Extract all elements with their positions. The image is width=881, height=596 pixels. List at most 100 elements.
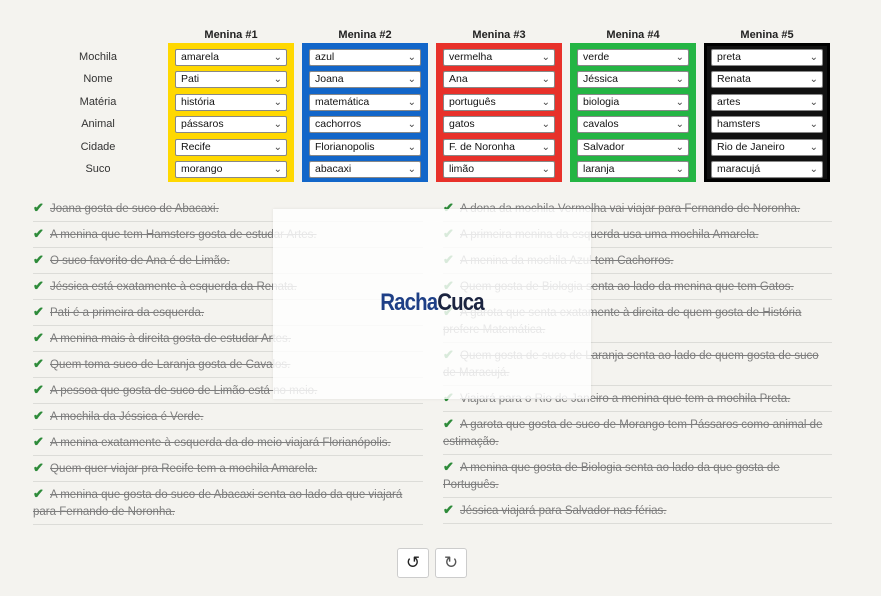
select-mochila[interactable]: azul ⌄ xyxy=(309,49,421,66)
check-icon: ✔ xyxy=(443,459,454,474)
row-label-nome: Nome xyxy=(83,73,113,86)
chevron-down-icon: ⌄ xyxy=(273,74,282,86)
girl-header: Menina #3 xyxy=(472,29,526,41)
girl-box: preta ⌄ Renata ⌄ artes ⌄ hamsters ⌄ Rio de Janei… xyxy=(704,43,830,182)
clue-item[interactable]: ✔ Quem quer viajar pra Recife tem a mochi… xyxy=(33,456,423,482)
chevron-down-icon: ⌄ xyxy=(541,163,550,175)
clue-item[interactable]: ✔ Jéssica viajará para Salvador nas féria… xyxy=(443,498,832,524)
chevron-down-icon: ⌄ xyxy=(273,141,282,153)
select-nome[interactable]: Joana ⌄ xyxy=(309,71,421,89)
clue-text: Joana gosta de suco de Abacaxi. xyxy=(50,203,219,215)
select-matéria[interactable]: português ⌄ xyxy=(443,93,555,111)
row-label-suco: Suco xyxy=(85,162,111,175)
girl-column-3: Menina #3 vermelha ⌄ Ana ⌄ português ⌄ gatos ⌄ F.… xyxy=(436,28,562,182)
select-value: Ana xyxy=(449,73,468,86)
clue-item[interactable]: ✔ A menina exatamente à esquerda da do me… xyxy=(33,430,423,456)
check-icon: ✔ xyxy=(33,486,44,501)
check-icon: ✔ xyxy=(33,252,44,267)
row-label-materia: Matéria xyxy=(79,95,117,108)
select-suco[interactable]: morango ⌄ xyxy=(175,160,287,178)
select-animal[interactable]: gatos ⌄ xyxy=(443,116,555,134)
select-nome[interactable]: Ana ⌄ xyxy=(443,71,555,89)
chevron-down-icon: ⌄ xyxy=(407,96,416,108)
select-matéria[interactable]: biologia ⌄ xyxy=(577,93,689,111)
clue-item[interactable]: ✔ A garota que gosta de suco de Morango t… xyxy=(443,412,832,455)
select-suco[interactable]: maracujá ⌄ xyxy=(711,160,823,178)
select-cidade[interactable]: Salvador ⌄ xyxy=(577,138,689,156)
select-matéria[interactable]: artes ⌄ xyxy=(711,93,823,111)
select-animal[interactable]: cachorros ⌄ xyxy=(309,116,421,134)
select-value: maracujá xyxy=(717,162,761,175)
select-matéria[interactable]: história ⌄ xyxy=(175,93,287,111)
select-value: vermelha xyxy=(449,51,493,63)
clue-item[interactable]: ✔ A mochila da Jéssica é Verde. xyxy=(33,404,423,430)
girl-header: Menina #1 xyxy=(204,29,258,41)
select-value: hamsters xyxy=(717,118,761,131)
select-value: artes xyxy=(717,95,741,108)
chevron-down-icon: ⌄ xyxy=(273,119,282,131)
check-icon: ✔ xyxy=(33,304,44,319)
clue-text: A menina que gosta do suco de Abacaxi se… xyxy=(33,489,403,518)
select-value: Jéssica xyxy=(583,73,619,86)
select-value: Pati xyxy=(181,73,200,86)
select-value: pássaros xyxy=(181,118,224,131)
select-nome[interactable]: Renata ⌄ xyxy=(711,71,823,89)
select-nome[interactable]: Pati ⌄ xyxy=(175,71,287,89)
chevron-down-icon: ⌄ xyxy=(675,52,684,63)
check-icon: ✔ xyxy=(33,356,44,371)
clue-text: Jéssica viajará para Salvador nas férias… xyxy=(460,505,667,517)
girl-column-5: Menina #5 preta ⌄ Renata ⌄ artes ⌄ hamsters ⌄ Rio… xyxy=(704,28,830,182)
select-value: matemática xyxy=(315,95,370,108)
select-animal[interactable]: hamsters ⌄ xyxy=(711,116,823,134)
chevron-down-icon: ⌄ xyxy=(541,119,550,131)
check-icon: ✔ xyxy=(33,382,44,397)
row-label-mochila: Mochila xyxy=(79,51,117,63)
girl-column-4: Menina #4 verde ⌄ Jéssica ⌄ biologia ⌄ cavalos ⌄… xyxy=(570,28,696,182)
chevron-down-icon: ⌄ xyxy=(407,119,416,131)
chevron-down-icon: ⌄ xyxy=(407,141,416,153)
select-suco[interactable]: limão ⌄ xyxy=(443,160,555,178)
clue-text: A mochila da Jéssica é Verde. xyxy=(50,411,204,423)
select-cidade[interactable]: Florianopolis ⌄ xyxy=(309,138,421,156)
row-label-animal: Animal xyxy=(81,118,115,131)
select-animal[interactable]: cavalos ⌄ xyxy=(577,116,689,134)
select-value: Salvador xyxy=(583,140,625,153)
girl-box: amarela ⌄ Pati ⌄ história ⌄ pássaros ⌄ Recife ⌄ mo… xyxy=(168,43,294,182)
select-mochila[interactable]: verde ⌄ xyxy=(577,49,689,66)
select-suco[interactable]: laranja ⌄ xyxy=(577,160,689,178)
select-mochila[interactable]: vermelha ⌄ xyxy=(443,49,555,66)
select-value: preta xyxy=(717,51,741,63)
chevron-down-icon: ⌄ xyxy=(407,52,416,63)
select-mochila[interactable]: preta ⌄ xyxy=(711,49,823,66)
select-mochila[interactable]: amarela ⌄ xyxy=(175,49,287,66)
redo-button[interactable]: ↻ xyxy=(435,548,467,578)
select-cidade[interactable]: Rio de Janeiro ⌄ xyxy=(711,138,823,156)
chevron-down-icon: ⌄ xyxy=(809,96,818,108)
clue-text: A menina exatamente à esquerda da do mei… xyxy=(50,437,391,449)
select-suco[interactable]: abacaxi ⌄ xyxy=(309,160,421,178)
clue-text: Jéssica está exatamente à esquerda da Re… xyxy=(50,281,297,293)
logo-overlay: RachaCuca xyxy=(273,209,591,399)
check-icon: ✔ xyxy=(33,408,44,423)
select-matéria[interactable]: matemática ⌄ xyxy=(309,93,421,111)
girl-box: azul ⌄ Joana ⌄ matemática ⌄ cachorros ⌄ Floriano… xyxy=(302,43,428,182)
clue-item[interactable]: ✔ A menina que gosta de Biologia senta ao… xyxy=(443,455,832,498)
select-value: verde xyxy=(583,51,610,63)
chevron-down-icon: ⌄ xyxy=(541,141,550,153)
row-labels: Mochila Nome Matéria Animal Cidade Suco xyxy=(60,46,136,180)
select-value: F. de Noronha xyxy=(449,140,515,153)
select-cidade[interactable]: Recife ⌄ xyxy=(175,138,287,156)
select-value: cachorros xyxy=(315,118,362,131)
select-animal[interactable]: pássaros ⌄ xyxy=(175,116,287,134)
undo-button[interactable]: ↺ xyxy=(397,548,429,578)
chevron-down-icon: ⌄ xyxy=(541,52,550,63)
select-value: abacaxi xyxy=(315,162,352,175)
chevron-down-icon: ⌄ xyxy=(273,163,282,175)
select-value: morango xyxy=(181,162,223,175)
select-value: português xyxy=(449,95,496,108)
select-nome[interactable]: Jéssica ⌄ xyxy=(577,71,689,89)
select-value: Joana xyxy=(315,73,344,86)
clue-item[interactable]: ✔ A menina que gosta do suco de Abacaxi s… xyxy=(33,482,423,525)
select-cidade[interactable]: F. de Noronha ⌄ xyxy=(443,138,555,156)
chevron-down-icon: ⌄ xyxy=(273,52,282,63)
